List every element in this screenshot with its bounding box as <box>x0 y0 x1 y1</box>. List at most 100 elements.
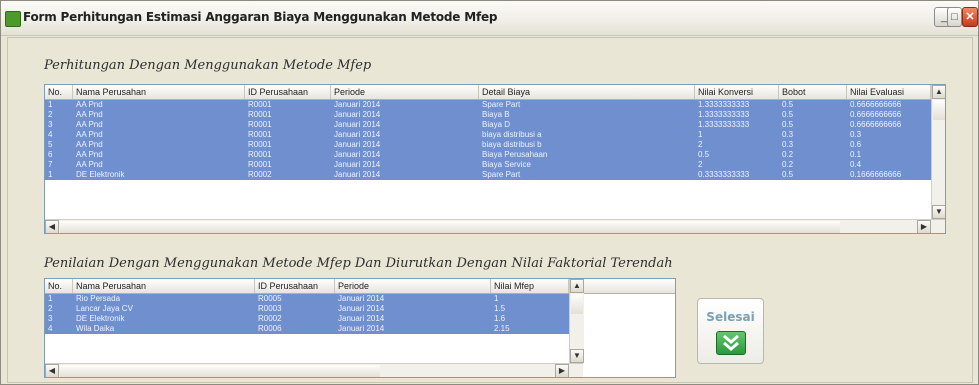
grid2-cell-nama: Lancar Jaya CV <box>76 304 133 313</box>
mfep-calculation-grid[interactable]: No. Nama Perusahan ID Perusahaan Periode… <box>44 84 946 234</box>
grid1-cell-nama: DE Elektronik <box>76 170 125 179</box>
grid1-row[interactable]: 6 AA Pnd R0001 Januari 2014 Biaya Perusahaan… <box>45 150 931 160</box>
selesai-label: Selesai <box>706 310 755 324</box>
grid2-row[interactable]: 3 DE Elektronik R0002 Januari 2014 1.6 <box>45 314 569 324</box>
grid1-cell-konversi: 2 <box>698 140 703 149</box>
grid1-row[interactable]: 7 AA Pnd R0001 Januari 2014 Biaya Service 2 0.… <box>45 160 931 170</box>
section2-title: Penilaian Dengan Menggunakan Metode Mfep… <box>44 256 673 271</box>
grid1-row[interactable]: 4 AA Pnd R0001 Januari 2014 biaya distribusi… <box>45 130 931 140</box>
grid1-header-bobot[interactable]: Bobot <box>779 85 847 99</box>
grid1-cell-periode: Januari 2014 <box>334 170 381 179</box>
grid1-cell-bobot: 0.2 <box>782 160 794 169</box>
mfep-ranking-grid[interactable]: No. Nama Perusahan ID Perusahaan Periode… <box>44 278 676 378</box>
grid1-cell-detail: biaya distribusi a <box>482 130 542 139</box>
grid1-cell-bobot: 0.5 <box>782 170 794 179</box>
grid2-scroll-left-icon[interactable]: ◀ <box>45 364 59 377</box>
grid1-scroll-left-icon[interactable]: ◀ <box>45 220 59 233</box>
grid2-row[interactable]: 4 Wila Daika R0006 Januari 2014 2.15 <box>45 324 569 334</box>
maximize-button[interactable]: □ <box>947 7 962 27</box>
grid1-horizontal-scrollbar[interactable]: ◀ ▶ <box>45 219 945 233</box>
grid1-cell-detail: Biaya B <box>482 110 510 119</box>
grid1-cell-no: 5 <box>48 140 53 149</box>
grid1-cell-no: 3 <box>48 120 53 129</box>
close-button[interactable]: ✕ <box>962 7 978 27</box>
grid1-cell-nama: AA Pnd <box>76 120 103 129</box>
grid2-scroll-up-icon[interactable]: ▲ <box>570 279 584 293</box>
grid1-row[interactable]: 1 DE Elektronik R0002 Januari 2014 Spare Par… <box>45 170 931 180</box>
grid1-cell-konversi: 1.3333333333 <box>698 120 750 129</box>
grid1-cell-id: R0001 <box>248 150 272 159</box>
grid1-cell-id: R0001 <box>248 140 272 149</box>
grid1-row[interactable]: 5 AA Pnd R0001 Januari 2014 biaya distribusi… <box>45 140 931 150</box>
grid1-cell-periode: Januari 2014 <box>334 140 381 149</box>
grid2-cell-id: R0005 <box>258 294 282 303</box>
grid2-hscroll-thumb[interactable] <box>60 365 380 377</box>
grid2-row[interactable]: 1 Rio Persada R0005 Januari 2014 1 <box>45 294 569 304</box>
grid1-cell-evaluasi: 0.6666666666 <box>850 110 902 119</box>
grid2-cell-no: 2 <box>48 304 53 313</box>
grid1-cell-konversi: 0.3333333333 <box>698 170 750 179</box>
app-icon <box>5 11 21 27</box>
grid2-cell-nilai: 1.5 <box>494 304 506 313</box>
grid1-cell-id: R0001 <box>248 110 272 119</box>
grid1-cell-bobot: 0.5 <box>782 100 794 109</box>
grid1-scroll-up-icon[interactable]: ▲ <box>932 85 945 99</box>
grid2-cell-periode: Januari 2014 <box>338 324 385 333</box>
grid1-cell-bobot: 0.3 <box>782 130 794 139</box>
grid1-header-no[interactable]: No. <box>45 85 73 99</box>
grid2-header-periode[interactable]: Periode <box>335 279 491 293</box>
grid1-row[interactable]: 1 AA Pnd R0001 Januari 2014 Spare Part 1.3333… <box>45 100 931 110</box>
grid2-header-nama[interactable]: Nama Perusahan <box>73 279 255 293</box>
grid1-header-periode[interactable]: Periode <box>331 85 479 99</box>
grid2-horizontal-scrollbar[interactable]: ◀ ▶ <box>45 363 583 377</box>
grid1-hscroll-thumb[interactable] <box>60 221 840 233</box>
grid2-cell-id: R0002 <box>258 314 282 323</box>
grid1-row[interactable]: 3 AA Pnd R0001 Januari 2014 Biaya D 1.3333333… <box>45 120 931 130</box>
grid2-cell-no: 4 <box>48 324 53 333</box>
grid1-cell-evaluasi: 0.6666666666 <box>850 120 902 129</box>
grid1-header-nama[interactable]: Nama Perusahan <box>73 85 245 99</box>
grid2-cell-periode: Januari 2014 <box>338 314 385 323</box>
grid1-cell-no: 1 <box>48 170 53 179</box>
grid1-cell-bobot: 0.2 <box>782 150 794 159</box>
grid1-cell-bobot: 0.3 <box>782 140 794 149</box>
grid1-scroll-down-icon[interactable]: ▼ <box>932 205 945 219</box>
grid1-cell-detail: biaya distribusi b <box>482 140 542 149</box>
grid1-header-detail[interactable]: Detail Biaya <box>479 85 695 99</box>
grid1-header-konversi[interactable]: Nilai Konversi <box>695 85 779 99</box>
grid2-cell-periode: Januari 2014 <box>338 294 385 303</box>
grid2-scroll-right-icon[interactable]: ▶ <box>555 364 569 377</box>
grid1-cell-no: 1 <box>48 100 53 109</box>
grid2-header-no[interactable]: No. <box>45 279 73 293</box>
grid2-scroll-down-icon[interactable]: ▼ <box>570 349 584 363</box>
grid1-cell-konversi: 1 <box>698 130 703 139</box>
main-window: Form Perhitungan Estimasi Anggaran Biaya… <box>0 0 979 385</box>
grid1-vertical-scrollbar[interactable]: ▲ ▼ <box>931 85 945 219</box>
grid1-header: No. Nama Perusahan ID Perusahaan Periode… <box>45 85 945 100</box>
grid1-row[interactable]: 2 AA Pnd R0001 Januari 2014 Biaya B 1.3333333… <box>45 110 931 120</box>
grid2-vertical-scrollbar[interactable]: ▲ ▼ <box>569 279 584 363</box>
grid2-rows: 1 Rio Persada R0005 Januari 2014 1 2 Lancar Ja… <box>45 294 569 334</box>
grid2-header-nilai[interactable]: Nilai Mfep <box>491 279 569 293</box>
selesai-button[interactable]: Selesai <box>697 298 764 364</box>
grid2-cell-id: R0003 <box>258 304 282 313</box>
grid1-cell-periode: Januari 2014 <box>334 130 381 139</box>
grid1-scroll-right-icon[interactable]: ▶ <box>917 220 931 233</box>
grid1-cell-nama: AA Pnd <box>76 160 103 169</box>
grid2-cell-no: 3 <box>48 314 53 323</box>
grid1-cell-no: 6 <box>48 150 53 159</box>
grid2-row[interactable]: 2 Lancar Jaya CV R0003 Januari 2014 1.5 <box>45 304 569 314</box>
grid2-header-id[interactable]: ID Perusahaan <box>255 279 335 293</box>
grid1-cell-periode: Januari 2014 <box>334 100 381 109</box>
grid2-cell-periode: Januari 2014 <box>338 304 385 313</box>
grid1-header-evaluasi[interactable]: Nilai Evaluasi <box>847 85 931 99</box>
title-bar[interactable]: Form Perhitungan Estimasi Anggaran Biaya… <box>1 1 978 36</box>
window-title: Form Perhitungan Estimasi Anggaran Biaya… <box>23 10 498 24</box>
grid1-cell-konversi: 1.3333333333 <box>698 110 750 119</box>
double-chevron-down-icon <box>716 331 746 355</box>
grid2-cell-id: R0006 <box>258 324 282 333</box>
grid1-header-id[interactable]: ID Perusahaan <box>245 85 331 99</box>
grid1-cell-nama: AA Pnd <box>76 140 103 149</box>
grid1-vscroll-thumb[interactable] <box>933 100 945 120</box>
grid2-vscroll-thumb[interactable] <box>571 294 583 314</box>
